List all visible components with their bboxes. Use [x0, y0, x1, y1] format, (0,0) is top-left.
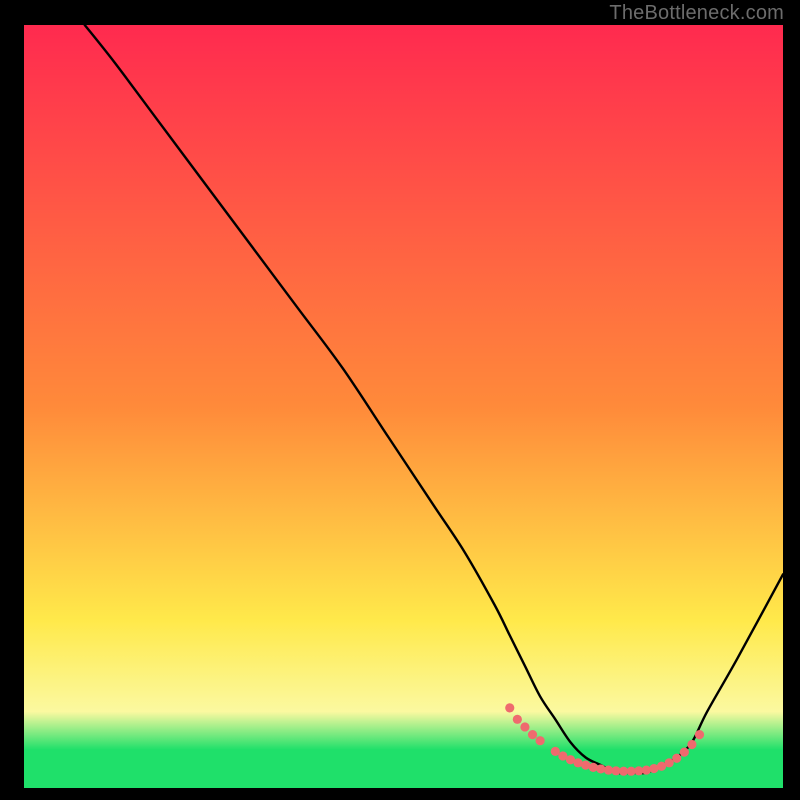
- dot: [680, 748, 689, 757]
- dot: [536, 736, 545, 745]
- dot: [513, 715, 522, 724]
- dot: [520, 722, 529, 731]
- plot-outer-border: [24, 25, 783, 788]
- dot: [672, 754, 681, 763]
- dot: [687, 740, 696, 749]
- optimal-range-dots: [505, 703, 704, 776]
- attribution-label: TheBottleneck.com: [609, 2, 784, 25]
- bottleneck-curve: [85, 25, 783, 773]
- dot: [695, 730, 704, 739]
- dot: [642, 765, 651, 774]
- dot: [505, 703, 514, 712]
- dot: [528, 730, 537, 739]
- chart-svg: [24, 25, 783, 788]
- plot-area: [24, 25, 783, 788]
- chart-frame: TheBottleneck.com: [0, 0, 800, 800]
- dot: [589, 763, 598, 772]
